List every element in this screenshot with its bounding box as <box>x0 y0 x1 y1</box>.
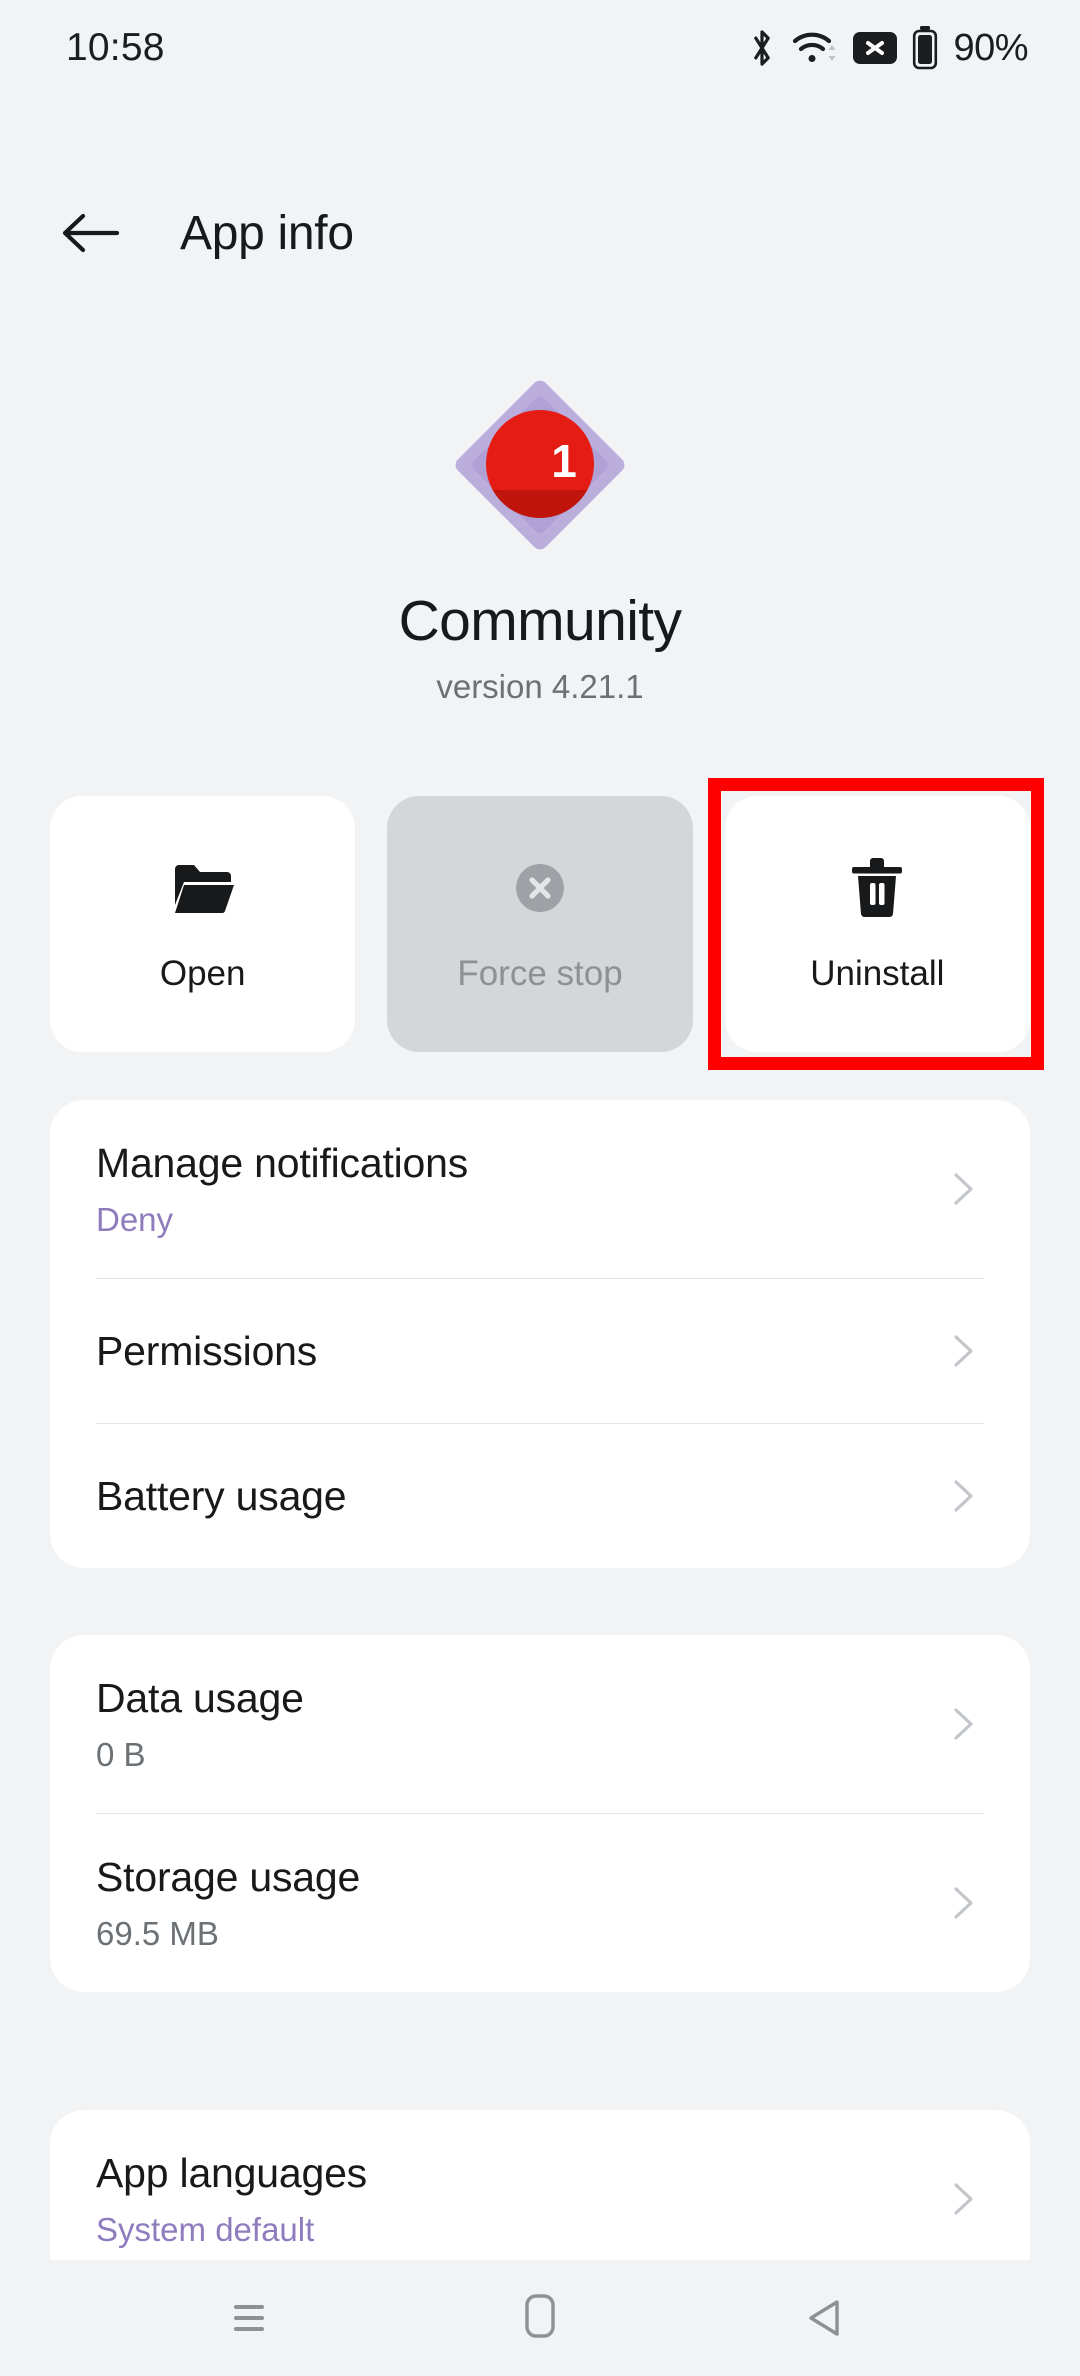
app-name: Community <box>398 589 682 653</box>
app-version: version 4.21.1 <box>436 668 644 705</box>
chevron-right-icon <box>954 1335 973 1367</box>
battery-icon <box>912 26 938 70</box>
bluetooth-icon <box>747 27 777 69</box>
app-icon-badge-count: 1 <box>551 435 577 487</box>
status-bar: 10:58 90% <box>0 0 1080 96</box>
settings-card-notifications: Manage notifications Deny Permissions Ba… <box>50 1100 1030 1568</box>
folder-open-icon <box>172 854 234 922</box>
setting-subtitle: 0 B <box>96 1735 146 1773</box>
setting-text: Battery usage <box>96 1472 347 1520</box>
chevron-right-icon <box>954 1708 973 1740</box>
system-navigation-bar <box>0 2260 1080 2376</box>
app-bar: App info <box>0 178 1080 288</box>
setting-title: Storage usage <box>96 1853 361 1900</box>
setting-title: Permissions <box>96 1327 318 1374</box>
settings-card-usage: Data usage 0 B Storage usage 69.5 MB <box>50 1635 1030 1992</box>
wifi-icon <box>792 28 838 68</box>
setting-title: App languages <box>96 2149 367 2196</box>
setting-title: Battery usage <box>96 1472 347 1519</box>
setting-subtitle: 69.5 MB <box>96 1914 219 1952</box>
open-button[interactable]: Open <box>50 796 356 1052</box>
uninstall-button-label: Uninstall <box>810 954 945 993</box>
setting-title: Data usage <box>96 1674 304 1721</box>
setting-text: Storage usage 69.5 MB <box>96 1854 360 1953</box>
setting-row-battery-usage[interactable]: Battery usage <box>50 1424 1030 1568</box>
setting-title: Manage notifications <box>96 1139 469 1186</box>
setting-row-storage-usage[interactable]: Storage usage 69.5 MB <box>50 1814 1030 1992</box>
trash-icon <box>849 854 905 922</box>
force-stop-button-label: Force stop <box>457 954 623 993</box>
chevron-right-icon <box>954 1173 973 1205</box>
community-app-icon: 1 <box>445 370 635 560</box>
setting-row-data-usage[interactable]: Data usage 0 B <box>50 1635 1030 1813</box>
setting-text: Manage notifications Deny <box>96 1140 468 1239</box>
setting-row-permissions[interactable]: Permissions <box>50 1279 1030 1423</box>
setting-text: Permissions <box>96 1328 317 1375</box>
status-bar-clock: 10:58 <box>66 26 165 69</box>
back-arrow-icon[interactable] <box>58 200 124 266</box>
x-circle-icon <box>511 854 569 922</box>
battery-percent-label: 90% <box>953 26 1028 69</box>
open-button-label: Open <box>159 954 246 993</box>
status-bar-icons: 90% <box>747 26 1028 70</box>
setting-text: Data usage 0 B <box>96 1675 304 1774</box>
chevron-right-icon <box>954 1887 973 1919</box>
setting-subtitle: Deny <box>96 1200 174 1238</box>
setting-text: App languages System default <box>96 2150 367 2249</box>
chevron-right-icon <box>954 1480 973 1512</box>
uninstall-button[interactable]: Uninstall <box>724 796 1030 1052</box>
chevron-right-icon <box>954 2183 973 2215</box>
back-icon[interactable] <box>777 2278 877 2358</box>
home-icon[interactable] <box>490 2278 590 2358</box>
recents-icon[interactable] <box>203 2278 303 2358</box>
app-actions-row: Open Force stop Uninstall <box>50 796 1030 1052</box>
setting-subtitle: System default <box>96 2210 315 2248</box>
setting-row-manage-notifications[interactable]: Manage notifications Deny <box>50 1100 1030 1278</box>
app-identity-section: 1 Community version 4.21.1 <box>0 370 1080 706</box>
no-sim-icon <box>853 32 898 64</box>
page-title: App info <box>180 206 354 260</box>
app-icon-red-circle: 1 <box>486 410 594 518</box>
force-stop-button: Force stop <box>387 796 693 1052</box>
